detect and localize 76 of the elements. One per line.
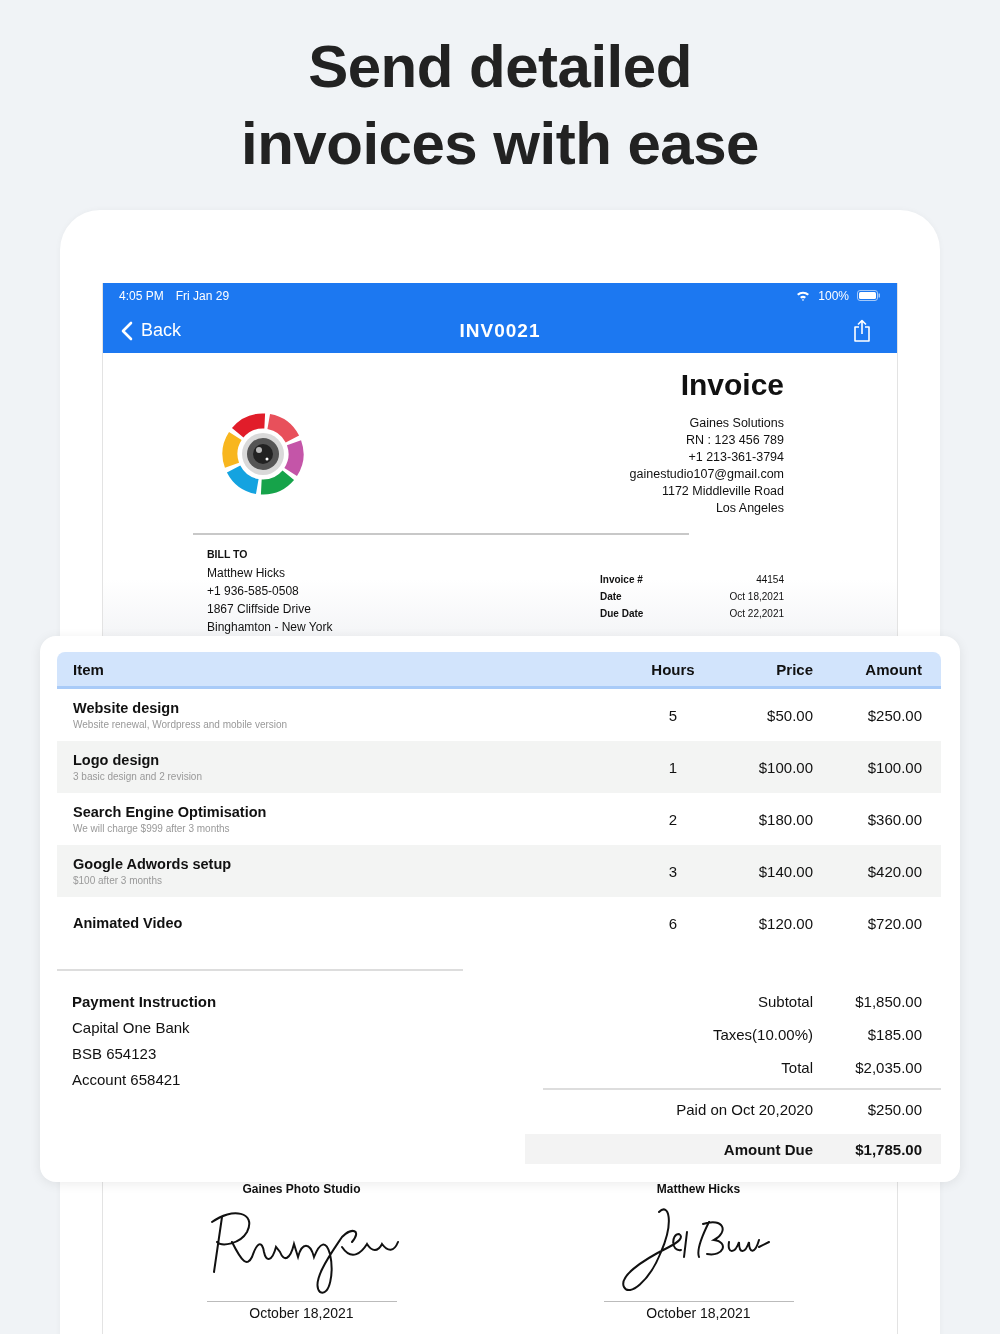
price-cell-text: $100.00 — [757, 758, 813, 776]
total-label: Total — [781, 1059, 813, 1076]
client-detail: Matthew Hicks — [207, 565, 287, 582]
hours-cell-text: 3 — [667, 862, 679, 880]
share-icon[interactable] — [853, 318, 871, 343]
total-value: $185.00 — [866, 1026, 923, 1043]
invoice-title: Invoice — [680, 367, 784, 403]
amount-cell-text: $100.00 — [866, 758, 923, 776]
company-detail: Gaines Solutions — [689, 415, 784, 432]
bill-to-label: BILL TO — [207, 547, 249, 562]
wifi-icon — [796, 290, 811, 301]
client-detail: +1 936-585-0508 — [207, 583, 300, 600]
back-button[interactable]: Back — [121, 320, 182, 341]
company-detail: RN : 123 456 789 — [686, 432, 784, 449]
total-label: Taxes(10.00%) — [712, 1026, 813, 1043]
nav-title: INV0021 — [459, 319, 541, 342]
payment-title: Payment Instruction — [72, 992, 217, 1012]
company-detail: gainestudio107@gmail.com — [629, 466, 784, 483]
column-header: Amount — [864, 660, 923, 678]
item-description: We will charge $999 after 3 months — [73, 823, 231, 834]
meta-value: 44154 — [756, 573, 784, 587]
hours-cell-text: 2 — [667, 810, 679, 828]
signature-date: October 18,2021 — [249, 1305, 354, 1321]
item-description: $100 after 3 months — [73, 875, 163, 886]
company-detail: Los Angeles — [715, 500, 784, 517]
column-header: Item — [72, 660, 105, 678]
amount-cell-text: $720.00 — [866, 914, 923, 932]
item-description: Website renewal, Wordpress and mobile version — [73, 719, 289, 730]
due-label: Amount Due — [723, 1140, 813, 1158]
amount-cell-text: $250.00 — [866, 706, 923, 724]
item-name: Logo design — [73, 752, 161, 768]
signer-name: Matthew Hicks — [656, 1182, 741, 1196]
payment-detail: BSB 654123 — [72, 1044, 158, 1064]
item-name: Animated Video — [73, 915, 184, 931]
meta-label: Due Date — [600, 607, 644, 621]
item-name: Search Engine Optimisation — [73, 804, 268, 820]
item-description: 3 basic design and 2 revision — [73, 771, 203, 782]
chevron-left-icon — [121, 320, 133, 341]
total-value: $2,035.00 — [854, 1059, 923, 1076]
meta-value: Oct 22,2021 — [729, 607, 784, 621]
client-detail: Binghamton - New York — [207, 619, 333, 636]
column-header: Hours — [650, 660, 696, 678]
amount-cell-text: $360.00 — [866, 810, 923, 828]
battery-icon — [857, 290, 881, 301]
headline: invoices with ease — [241, 109, 759, 179]
meta-value: Oct 18,2021 — [729, 590, 784, 604]
price-cell-text: $50.00 — [766, 706, 813, 724]
column-header: Price — [775, 660, 813, 678]
hours-cell-text: 1 — [667, 758, 679, 776]
status-date: Fri Jan 29 — [175, 288, 230, 303]
paid-label: Paid on Oct 20,2020 — [676, 1100, 813, 1118]
status-time: 4:05 PM — [119, 288, 164, 303]
price-cell-text: $180.00 — [757, 810, 813, 828]
item-name: Website design — [73, 700, 181, 716]
signature-date: October 18,2021 — [646, 1305, 751, 1321]
camera-aperture-logo-icon — [221, 412, 305, 496]
payment-detail: Account 658421 — [72, 1070, 182, 1090]
client-detail: 1867 Cliffside Drive — [207, 601, 312, 618]
signer-name: Gaines Photo Studio — [242, 1182, 361, 1196]
company-detail: 1172 Middleville Road — [661, 483, 784, 500]
price-cell-text: $120.00 — [757, 914, 813, 932]
hours-cell-text: 6 — [667, 914, 679, 932]
payment-detail: Capital One Bank — [72, 1018, 191, 1038]
due-value: $1,785.00 — [854, 1140, 923, 1158]
total-label: Subtotal — [757, 993, 813, 1010]
total-value: $1,850.00 — [854, 993, 923, 1010]
meta-label: Date — [600, 590, 622, 604]
company-detail: +1 213-361-3794 — [688, 449, 784, 466]
battery-percent: 100% — [818, 288, 849, 303]
hours-cell-text: 5 — [667, 706, 679, 724]
meta-label: Invoice # — [600, 573, 643, 587]
amount-cell-text: $420.00 — [866, 862, 923, 880]
item-name: Google Adwords setup — [73, 856, 233, 872]
headline: Send detailed — [308, 32, 692, 102]
price-cell-text: $140.00 — [757, 862, 813, 880]
paid-value: $250.00 — [866, 1100, 923, 1118]
